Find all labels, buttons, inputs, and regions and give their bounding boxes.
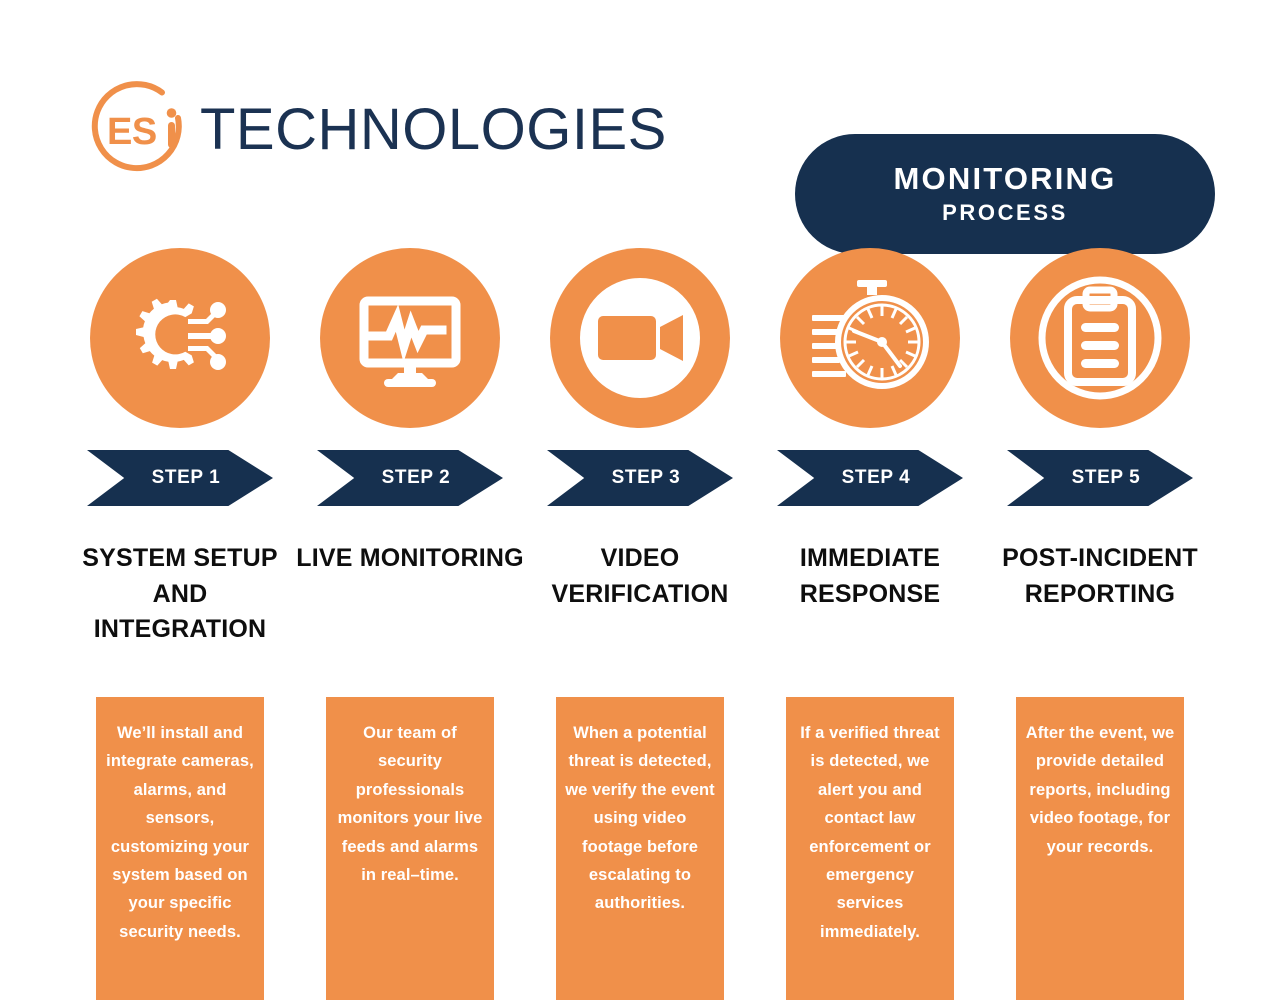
step-column-1: STEP 1 SYSTEM SETUP AND INTEGRATION We’l… <box>65 0 295 1000</box>
step-title-2: LIVE MONITORING <box>296 544 524 572</box>
step-arrow-1: STEP 1 <box>87 450 273 506</box>
gear-circuit-icon <box>90 248 270 428</box>
steps-container: STEP 1 SYSTEM SETUP AND INTEGRATION We’l… <box>0 0 1280 1000</box>
video-camera-circle-icon <box>550 248 730 428</box>
step-arrow-3: STEP 3 <box>547 450 733 506</box>
step-column-3: STEP 3 VIDEO VERIFICATION When a potenti… <box>525 0 755 1000</box>
step-description-3: When a potential threat is detected, we … <box>556 697 724 1000</box>
step-description-5: After the event, we provide detailed rep… <box>1016 697 1184 1000</box>
step-description-1: We’ll install and integrate cameras, ala… <box>96 697 264 1000</box>
step-arrow-label-2: STEP 2 <box>381 467 451 488</box>
stopwatch-speed-icon <box>780 248 960 428</box>
step-arrow-label-3: STEP 3 <box>611 467 681 488</box>
step-column-4: STEP 4 IMMEDIATE RESPONSE If a verified … <box>755 0 985 1000</box>
step-title-4: IMMEDIATE RESPONSE <box>799 544 941 608</box>
step-description-2: Our team of security professionals monit… <box>326 697 494 1000</box>
infographic-page: ES TECHNOLOGIES MONITORING PROCESS STEP … <box>0 0 1280 1000</box>
monitor-waveform-icon <box>320 248 500 428</box>
step-arrow-2: STEP 2 <box>317 450 503 506</box>
step-arrow-label-1: STEP 1 <box>151 467 221 488</box>
clipboard-report-icon <box>1010 248 1190 428</box>
step-title-5: POST-INCIDENT REPORTING <box>1002 544 1198 608</box>
step-column-5: STEP 5 POST-INCIDENT REPORTING After the… <box>985 0 1215 1000</box>
step-arrow-4: STEP 4 <box>777 450 963 506</box>
step-column-2: STEP 2 LIVE MONITORING Our team of secur… <box>295 0 525 1000</box>
step-title-3: VIDEO VERIFICATION <box>551 544 729 608</box>
step-description-4: If a verified threat is detected, we ale… <box>786 697 954 1000</box>
step-arrow-label-4: STEP 4 <box>841 467 911 488</box>
step-arrow-5: STEP 5 <box>1007 450 1193 506</box>
step-title-1: SYSTEM SETUP AND INTEGRATION <box>82 544 278 643</box>
step-arrow-label-5: STEP 5 <box>1071 467 1141 488</box>
